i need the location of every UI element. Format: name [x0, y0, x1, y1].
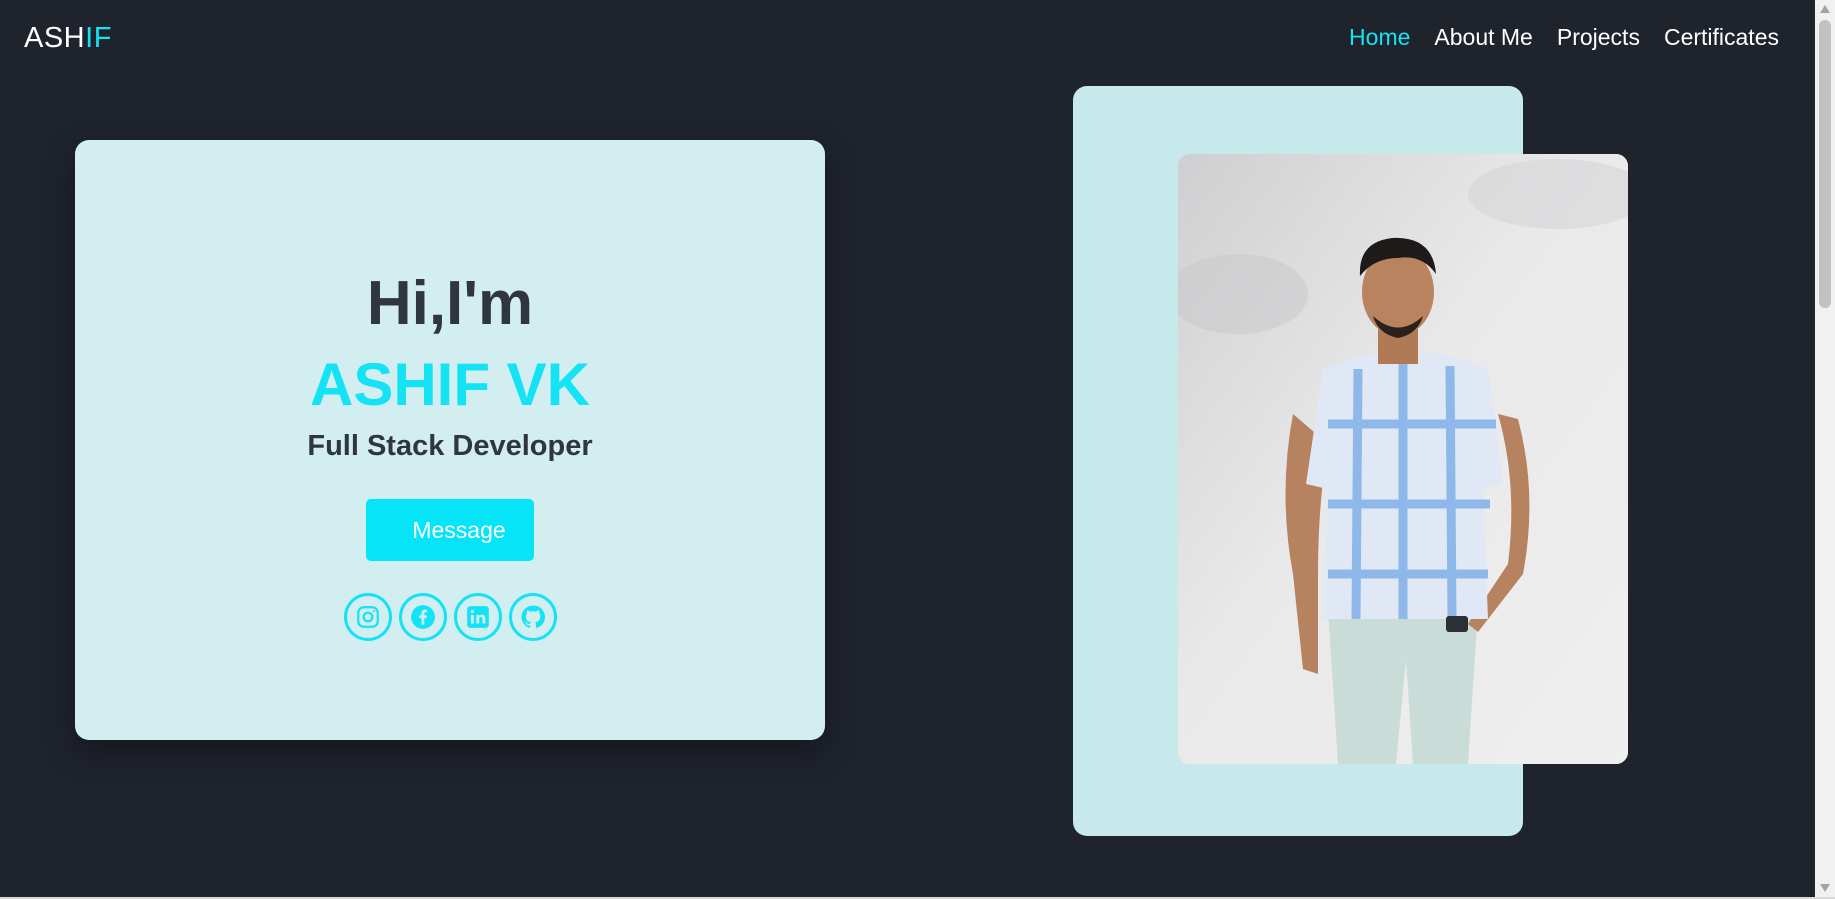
facebook-link[interactable] [399, 593, 447, 641]
instagram-link[interactable] [344, 593, 392, 641]
social-links [344, 593, 557, 641]
main-nav: Home About Me Projects Certificates [1349, 24, 1779, 51]
linkedin-link[interactable] [454, 593, 502, 641]
message-button[interactable]: Message [366, 499, 534, 561]
greeting-heading: Hi,I'm [366, 269, 534, 338]
facebook-icon [411, 605, 435, 629]
scroll-thumb[interactable] [1819, 20, 1831, 308]
scroll-down-button[interactable] [1818, 881, 1832, 895]
scroll-up-arrow-icon [1820, 5, 1830, 13]
profile-photo [1178, 154, 1628, 764]
scroll-down-arrow-icon [1820, 884, 1830, 892]
nav-about-me[interactable]: About Me [1434, 24, 1532, 51]
brand-logo[interactable]: ASHIF [24, 22, 112, 55]
instagram-icon [357, 606, 379, 628]
github-icon [521, 605, 546, 628]
role-subtitle: Full Stack Developer [307, 430, 593, 462]
page-viewport: ASHIF Home About Me Projects Certificate… [0, 0, 1815, 897]
brand-text-accent: IF [85, 22, 112, 54]
page-scrollbar[interactable] [1815, 0, 1835, 897]
intro-card: Hi,I'm ASHIF VK Full Stack Developer Mes… [75, 140, 825, 740]
github-link[interactable] [509, 593, 557, 641]
nav-certificates[interactable]: Certificates [1664, 24, 1779, 51]
nav-home[interactable]: Home [1349, 24, 1410, 51]
scroll-up-button[interactable] [1818, 2, 1832, 16]
name-heading: ASHIF VK [309, 351, 591, 418]
nav-projects[interactable]: Projects [1557, 24, 1640, 51]
linkedin-icon [467, 606, 489, 628]
person-illustration [1178, 154, 1628, 764]
brand-text-main: ASH [24, 22, 86, 54]
